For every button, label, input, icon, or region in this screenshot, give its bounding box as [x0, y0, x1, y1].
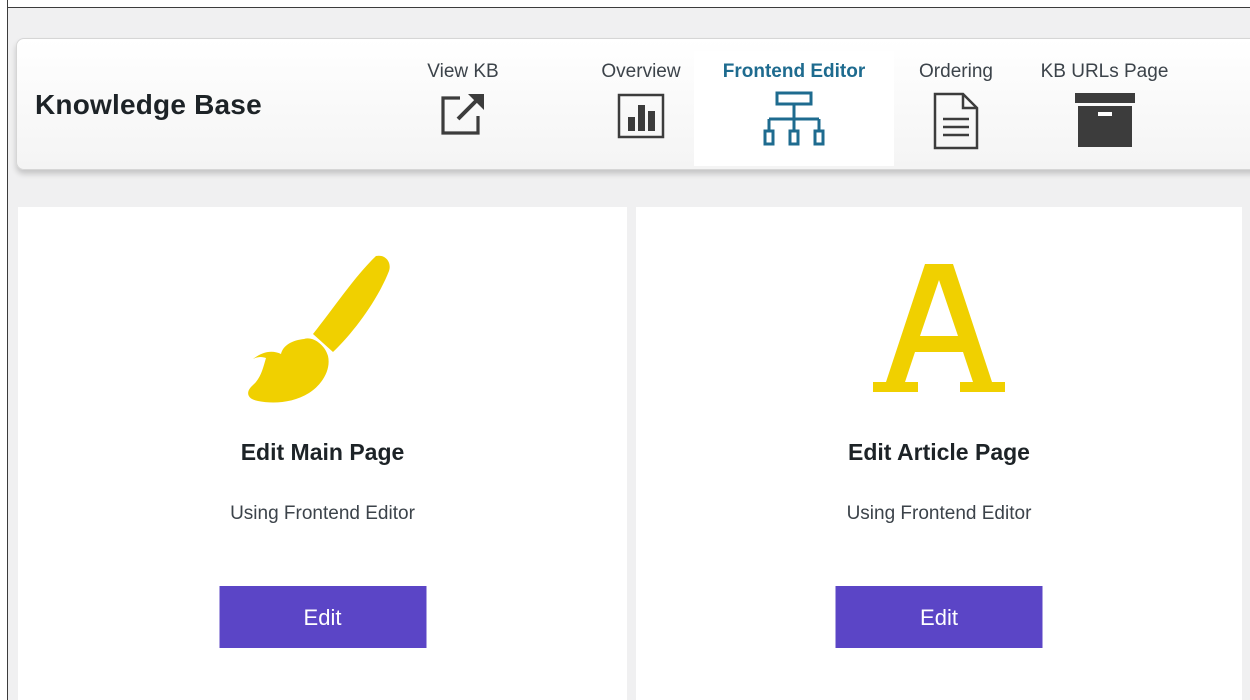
letter-a-icon [869, 264, 1009, 399]
tab-label: Frontend Editor [722, 61, 866, 82]
archive-box-icon [1073, 91, 1137, 154]
tab-kb-urls-page[interactable]: KB URLs Page [1032, 51, 1177, 166]
tab-label: View KB [427, 61, 499, 82]
tab-overview[interactable]: Overview [579, 51, 703, 166]
external-link-icon [438, 89, 488, 142]
paintbrush-icon [243, 254, 403, 414]
tab-frontend-editor[interactable]: Frontend Editor [694, 51, 894, 166]
bar-chart-icon [617, 93, 665, 144]
tab-label: Overview [601, 61, 681, 82]
tab-view-kb[interactable]: View KB [409, 51, 517, 166]
edit-main-page-button[interactable]: Edit [219, 586, 426, 648]
document-icon [932, 91, 980, 156]
card-edit-article-page: Edit Article Page Using Frontend Editor … [636, 207, 1242, 700]
card-edit-main-page: Edit Main Page Using Frontend Editor Edi… [18, 207, 627, 700]
edit-article-page-button[interactable]: Edit [835, 586, 1043, 648]
window-frame-left [0, 0, 8, 700]
page-title: Knowledge Base [35, 89, 262, 120]
card-subtitle: Using Frontend Editor [846, 503, 1032, 524]
tab-ordering[interactable]: Ordering [901, 51, 1011, 166]
card-title: Edit Article Page [848, 439, 1030, 465]
window-frame-top [0, 0, 1250, 8]
tab-label: KB URLs Page [1040, 61, 1169, 82]
tab-label: Ordering [919, 61, 993, 82]
card-subtitle: Using Frontend Editor [230, 503, 415, 524]
hierarchy-icon [760, 91, 828, 154]
card-title: Edit Main Page [240, 439, 405, 465]
kb-admin-header: Knowledge Base View KB Overview Frontend… [16, 38, 1250, 170]
